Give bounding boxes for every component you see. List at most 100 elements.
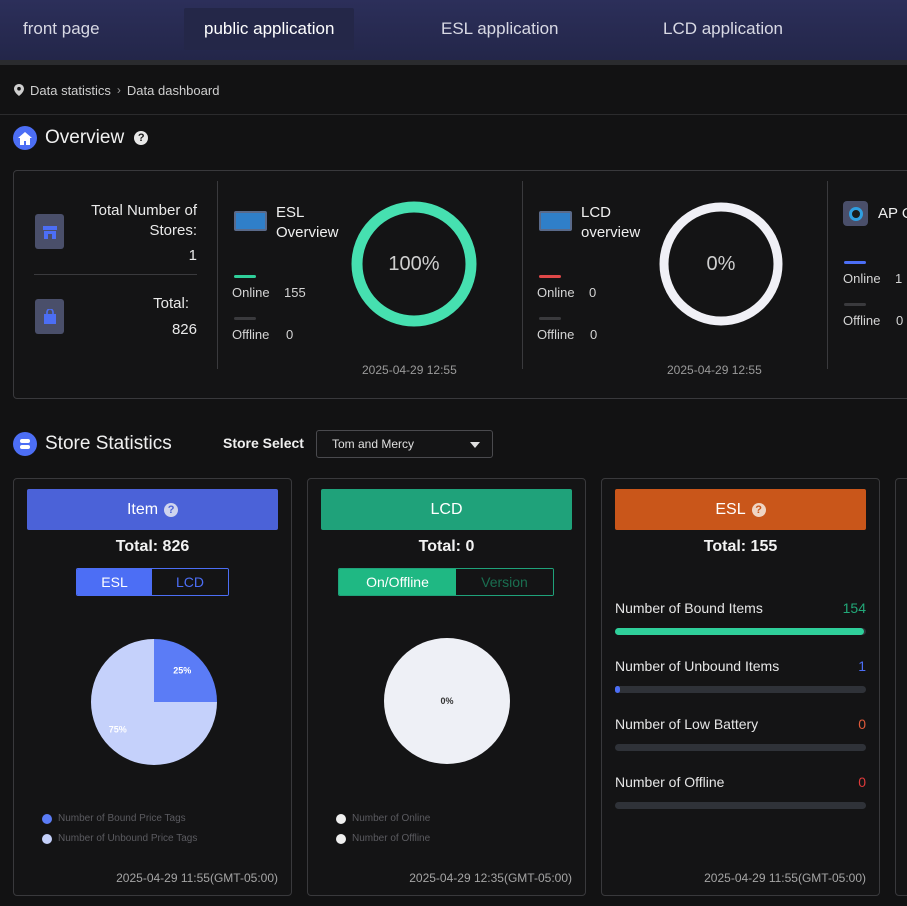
help-icon[interactable]: ? (134, 131, 149, 145)
legend-dot (42, 833, 52, 844)
esl-percent: 100% (388, 252, 440, 275)
lcd-pie-chart: 0% (384, 638, 510, 764)
esl-online-value: 155 (284, 285, 306, 300)
item-panel-title: Item (126, 500, 159, 518)
legend-dot (42, 813, 52, 824)
extra-panel (895, 478, 907, 896)
total-stores-value: 1 (188, 247, 197, 264)
store-select-label: Store Select (223, 435, 304, 451)
legend-bound-label: Number of Bound Price Tags (58, 813, 186, 824)
esl-offline-swatch (234, 317, 256, 320)
item-panel: Item ? Total: 826 ESL LCD 25% 75% Number … (13, 478, 292, 896)
esl-panel-header: ESL ? (615, 489, 866, 530)
esl-panel-title: ESL (715, 500, 746, 518)
esl-online-ring: 100% (351, 201, 477, 327)
nav-esl-application[interactable]: ESL application (421, 8, 579, 50)
esl-timestamp-panel: 2025-04-29 11:55(GMT-05:00) (704, 871, 866, 885)
total-value: 826 (171, 321, 197, 338)
lcd-timestamp: 2025-04-29 12:55 (667, 363, 762, 377)
overview-heading: Overview ? (13, 126, 149, 150)
esl-screen-icon (234, 211, 267, 231)
pie-slice-label: 75% (109, 724, 127, 734)
location-pin-icon (14, 84, 24, 96)
stat-progress-fill (615, 686, 621, 693)
caret-down-icon (470, 442, 480, 448)
item-type-toggle: ESL LCD (76, 568, 229, 596)
item-panel-header: Item ? (27, 489, 278, 530)
overview-panel: Total Number of Stores: 1 Total: 826 ESL… (13, 170, 907, 399)
total-stores-label: Total Number of Stores: (91, 202, 197, 239)
ap-offline-swatch (844, 303, 866, 306)
nav-divider (0, 60, 907, 65)
legend-dot (336, 833, 346, 844)
store-select-dropdown[interactable]: Tom and Mercy (316, 430, 493, 458)
total-label: Total: (153, 295, 189, 312)
esl-offline-label: Offline (232, 327, 270, 342)
lcd-online-value: 0 (589, 285, 597, 300)
esl-online-label: Online (232, 285, 270, 300)
tab-version[interactable]: Version (456, 569, 553, 595)
lcd-pie-label: 0% (440, 696, 454, 706)
home-icon (13, 126, 37, 150)
legend-online-label: Number of Online (352, 813, 431, 824)
separator (522, 181, 523, 369)
lcd-offline-value: 0 (590, 327, 598, 342)
tab-esl[interactable]: ESL (77, 569, 152, 595)
legend-offline[interactable]: Number of Offline (336, 833, 430, 844)
ap-online-swatch (844, 261, 866, 264)
esl-total: Total: 155 (703, 538, 778, 555)
chevron-right-icon: › (116, 83, 121, 97)
separator (827, 181, 828, 369)
tab-on-offline[interactable]: On/Offline (339, 569, 456, 595)
top-navigation: front page public application ESL applic… (0, 0, 907, 60)
store-statistics-heading: Store Statistics (13, 432, 172, 456)
breadcrumb-data-statistics[interactable]: Data statistics (30, 83, 111, 98)
lcd-percent: 0% (706, 252, 736, 275)
pie-slice-label: 25% (173, 666, 191, 676)
item-pie-chart: 25% 75% (91, 639, 217, 765)
lcd-online-swatch (539, 275, 561, 278)
legend-dot (336, 813, 346, 824)
stat-progress-track (615, 686, 866, 693)
nav-front-page[interactable]: front page (3, 8, 120, 50)
header-divider (0, 114, 907, 115)
esl-timestamp: 2025-04-29 12:55 (362, 363, 457, 377)
nav-public-application[interactable]: public application (184, 8, 355, 50)
stat-value: 1 (858, 658, 866, 674)
bag-icon (35, 299, 64, 334)
stat-label: Number of Unbound Items (615, 658, 780, 674)
help-icon[interactable]: ? (164, 502, 179, 517)
ap-overview-title: AP O (878, 205, 907, 222)
lcd-mode-toggle: On/Offline Version (338, 568, 554, 596)
legend-online[interactable]: Number of Online (336, 813, 430, 824)
separator (217, 181, 218, 369)
lcd-panel-header: LCD (321, 489, 572, 530)
item-timestamp: 2025-04-29 11:55(GMT-05:00) (116, 871, 278, 885)
help-icon[interactable]: ? (751, 502, 766, 517)
ap-online-value: 1 (895, 271, 903, 286)
lcd-offline-swatch (539, 317, 561, 320)
store-icon (35, 214, 64, 249)
lcd-online-ring: 0% (658, 201, 784, 327)
lcd-total: Total: 0 (418, 538, 475, 555)
legend-offline-label: Number of Offline (352, 833, 431, 844)
legend-unbound-label: Number of Unbound Price Tags (58, 833, 198, 844)
lcd-screen-icon (539, 211, 572, 231)
ap-icon (843, 201, 868, 226)
legend-unbound[interactable]: Number of Unbound Price Tags (42, 833, 197, 844)
lcd-online-label: Online (537, 285, 575, 300)
item-total: Total: 826 (115, 538, 190, 555)
legend-bound[interactable]: Number of Bound Price Tags (42, 813, 186, 824)
stat-progress-track (615, 802, 866, 809)
stat-value: 154 (842, 600, 866, 616)
tab-lcd[interactable]: LCD (152, 569, 228, 595)
lcd-offline-label: Offline (537, 327, 575, 342)
lcd-panel: LCD Total: 0 On/Offline Version 0% Numbe… (307, 478, 586, 896)
database-icon (13, 432, 37, 456)
stat-label: Number of Offline (615, 774, 725, 790)
lcd-timestamp-panel: 2025-04-29 12:35(GMT-05:00) (409, 871, 572, 885)
stat-progress-fill (615, 628, 864, 635)
nav-lcd-application[interactable]: LCD application (643, 8, 803, 50)
stat-label: Number of Bound Items (615, 600, 763, 616)
lcd-overview-title: LCD overview (581, 204, 641, 241)
